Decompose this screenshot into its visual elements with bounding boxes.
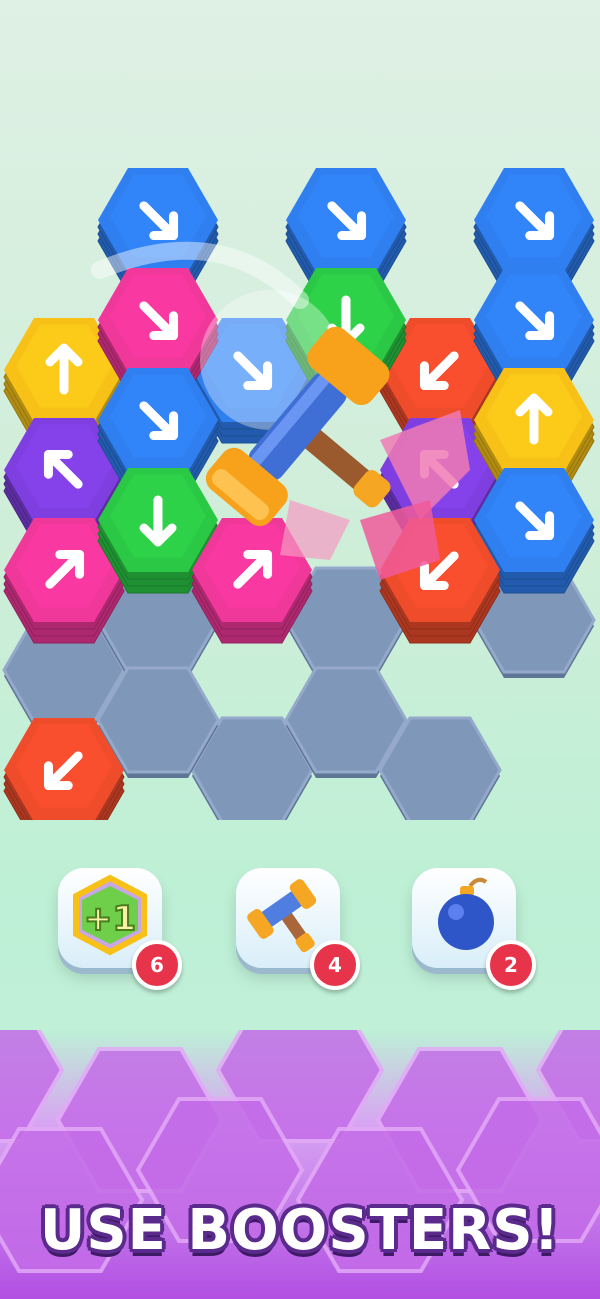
promo-caption: USE BOOSTERS! [39,1198,561,1263]
booster-bar: +1 6 4 2 [0,860,600,990]
hammer-count-badge: 4 [310,940,360,990]
plus-one-label: +1 [84,899,136,939]
hammer-booster[interactable]: 4 [236,868,360,990]
bomb-count-badge: 2 [486,940,536,990]
game-board[interactable] [0,0,600,820]
bomb-booster[interactable]: 2 [412,868,536,990]
plus-one-count-badge: 6 [132,940,182,990]
plus-one-booster[interactable]: +1 6 [58,868,182,990]
